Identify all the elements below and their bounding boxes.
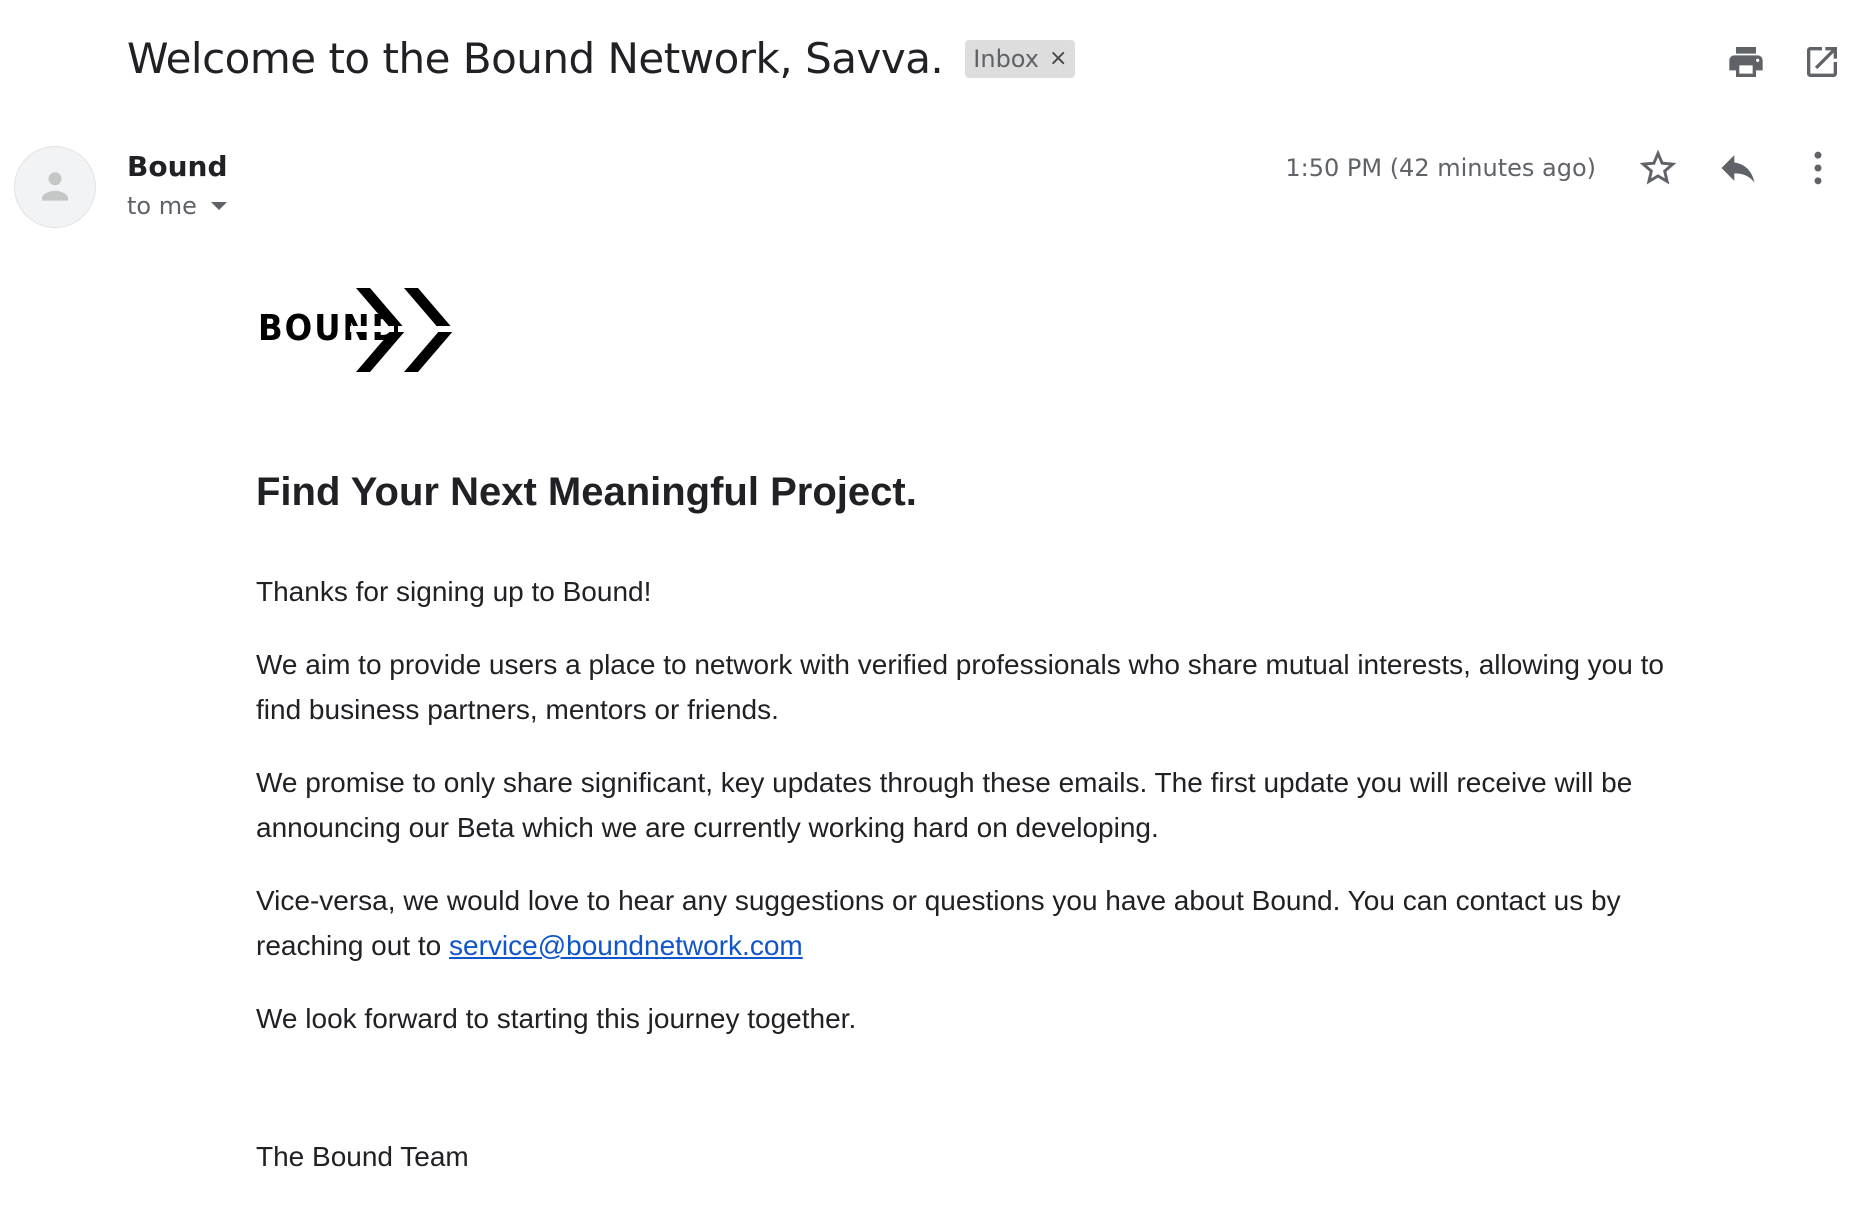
recipient-dropdown[interactable]: to me [127, 192, 227, 220]
subject-row: Welcome to the Bound Network, Savva. Inb… [127, 34, 1076, 83]
recipient-label: to me [127, 192, 197, 220]
remove-label-icon[interactable]: × [1049, 46, 1067, 71]
person-avatar-icon [42, 172, 68, 201]
paragraph-thanks: Thanks for signing up to Bound! [256, 576, 652, 607]
bound-logo: BOUND [258, 288, 454, 372]
double-chevron-icon [350, 288, 454, 372]
paragraph-promise: We promise to only share significant, ke… [256, 767, 1633, 843]
chevron-down-icon[interactable] [210, 202, 227, 210]
open-in-new-window-icon[interactable] [1802, 42, 1842, 82]
email-timestamp: 1:50 PM (42 minutes ago) [1285, 154, 1596, 182]
paragraph-journey: We look forward to starting this journey… [256, 1003, 857, 1034]
email-body: Find Your Next Meaningful Project. Thank… [256, 470, 1696, 1173]
label-text: Inbox [973, 44, 1039, 73]
sender-name[interactable]: Bound [127, 150, 228, 183]
print-icon[interactable] [1726, 42, 1766, 82]
email-subject: Welcome to the Bound Network, Savva. [127, 34, 944, 83]
sender-avatar[interactable] [14, 146, 96, 228]
reply-icon[interactable] [1716, 146, 1760, 190]
paragraph-contact: Vice-versa, we would love to hear any su… [256, 878, 1696, 968]
email-headline: Find Your Next Meaningful Project. [256, 470, 917, 514]
paragraph-aim: We aim to provide users a place to netwo… [256, 649, 1664, 725]
contact-email-link[interactable]: service@boundnetwork.com [449, 930, 803, 961]
email-signoff: The Bound Team [256, 1141, 469, 1172]
more-vertical-icon[interactable] [1796, 146, 1840, 190]
star-icon[interactable] [1636, 146, 1680, 190]
inbox-label-chip[interactable]: Inbox × [965, 39, 1076, 78]
